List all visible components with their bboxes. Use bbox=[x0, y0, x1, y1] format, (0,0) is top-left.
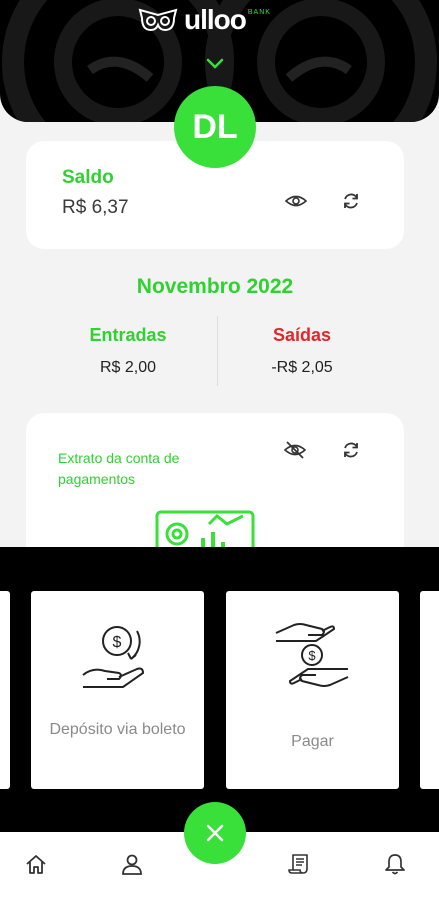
profile-icon[interactable] bbox=[120, 852, 144, 876]
close-actions-button[interactable] bbox=[184, 802, 246, 864]
brand-name: ulloo bbox=[184, 4, 247, 35]
avatar-initials: DL bbox=[192, 107, 238, 146]
bell-icon[interactable] bbox=[383, 852, 407, 876]
hand-coin-refresh-icon: $ bbox=[82, 626, 145, 688]
action-tile-partial-left[interactable] bbox=[0, 591, 10, 789]
summary-month: Novembro 2022 bbox=[136, 275, 294, 298]
action-pay-label: Pagar bbox=[291, 733, 334, 750]
chevron-down-icon[interactable] bbox=[206, 58, 224, 70]
balance-title: Saldo bbox=[62, 167, 114, 188]
income-value: R$ 2,00 bbox=[99, 359, 157, 376]
statement-text: Extrato da conta de pagamentos bbox=[58, 450, 180, 487]
home-icon[interactable] bbox=[24, 852, 48, 876]
statement-chart-icon bbox=[155, 510, 255, 550]
refresh-icon[interactable] bbox=[338, 188, 364, 214]
owl-logo-icon bbox=[138, 8, 178, 32]
eye-off-icon[interactable] bbox=[282, 437, 308, 463]
action-tile-partial-right[interactable] bbox=[420, 591, 439, 789]
outgoing-label: Saídas bbox=[272, 325, 332, 345]
svg-text:$: $ bbox=[308, 648, 316, 663]
close-icon bbox=[206, 824, 224, 842]
outgoing-value: -R$ 2,05 bbox=[271, 359, 333, 376]
action-deposit-label: Depósito via boleto bbox=[49, 721, 186, 738]
receipt-icon[interactable] bbox=[287, 852, 311, 876]
eye-icon[interactable] bbox=[283, 188, 309, 214]
brand-bank-tag: BANK bbox=[247, 9, 271, 16]
action-tile-pay[interactable]: $ Pagar bbox=[226, 591, 399, 789]
refresh-icon[interactable] bbox=[338, 437, 364, 463]
action-tile-deposit[interactable]: $ Depósito via boleto bbox=[31, 591, 204, 789]
hands-exchange-money-icon: $ bbox=[275, 623, 349, 687]
balance-value: R$ 6,37 bbox=[62, 197, 129, 218]
svg-text:$: $ bbox=[113, 634, 122, 651]
avatar[interactable]: DL bbox=[174, 86, 256, 168]
brand-logo: ulloo BANK bbox=[138, 6, 271, 34]
summary-divider bbox=[217, 316, 218, 386]
income-label: Entradas bbox=[89, 325, 167, 345]
